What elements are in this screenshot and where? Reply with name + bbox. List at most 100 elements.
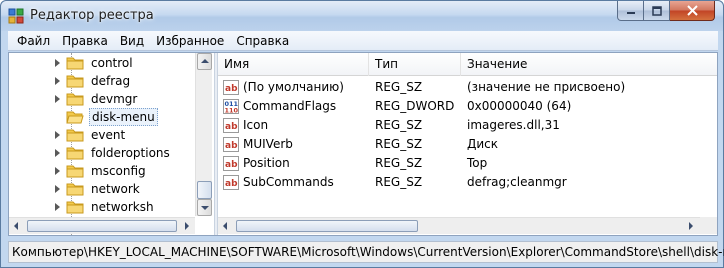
- expand-arrow-icon[interactable]: [55, 185, 60, 193]
- value-type: REG_SZ: [375, 80, 423, 94]
- value-data: Top: [467, 156, 488, 170]
- value-row[interactable]: ab Position REG_SZ Top: [218, 154, 717, 173]
- registry-editor-icon: [8, 8, 24, 24]
- value-type: REG_DWORD: [375, 99, 455, 113]
- folder-icon: [66, 147, 84, 160]
- scroll-thumb[interactable]: [197, 181, 212, 199]
- tree-item-disk-menu[interactable]: disk-menu: [9, 108, 195, 126]
- arrow-left-icon[interactable]: [14, 222, 18, 230]
- scroll-down-button[interactable]: [197, 199, 212, 216]
- svg-text:ab: ab: [225, 84, 238, 94]
- value-type: REG_SZ: [375, 175, 423, 189]
- folder-icon: [66, 57, 84, 70]
- folder-icon: [66, 93, 84, 106]
- value-name: Icon: [243, 118, 269, 132]
- tree-item-label: control: [91, 56, 133, 70]
- binary-value-icon: 011110: [223, 99, 239, 114]
- close-icon: [686, 5, 698, 16]
- value-data: defrag;cleanmgr: [467, 175, 567, 189]
- tree-item-label: networksh: [91, 200, 154, 214]
- tree-item-devmgr[interactable]: devmgr: [9, 90, 195, 108]
- tree-item-label: msconfig: [91, 164, 146, 178]
- maximize-button[interactable]: [644, 1, 670, 21]
- tree-item-folderoptions[interactable]: folderoptions: [9, 144, 195, 162]
- expand-arrow-icon[interactable]: [55, 59, 60, 67]
- close-button[interactable]: [670, 1, 715, 21]
- size-grip[interactable]: [700, 217, 717, 234]
- value-data: imageres.dll,31: [467, 118, 560, 132]
- expand-arrow-icon[interactable]: [55, 131, 60, 139]
- folder-icon: [66, 201, 84, 214]
- value-name: SubCommands: [243, 175, 334, 189]
- caption-buttons: [617, 1, 715, 21]
- menu-view[interactable]: Вид: [114, 31, 150, 51]
- tree-item-msconfig[interactable]: msconfig: [9, 162, 195, 180]
- value-type: REG_SZ: [375, 156, 423, 170]
- tree-horizontal-scrollbar[interactable]: [9, 217, 195, 234]
- column-header-value[interactable]: Значение: [461, 53, 717, 76]
- column-header-name[interactable]: Имя: [218, 53, 369, 76]
- maximize-icon: [651, 5, 662, 16]
- svg-text:ab: ab: [225, 179, 238, 189]
- value-name: CommandFlags: [243, 99, 337, 113]
- title-bar[interactable]: Редактор реестра: [1, 1, 723, 31]
- folder-icon: [66, 75, 84, 88]
- tree-item-label: event: [91, 128, 126, 142]
- string-value-icon: ab: [223, 80, 239, 95]
- folder-icon: [66, 165, 84, 178]
- scroll-thumb[interactable]: [236, 220, 418, 232]
- string-value-icon: ab: [223, 156, 239, 171]
- values-list-pane: Имя Тип Значение ab (По умолчанию) REG_S…: [218, 53, 717, 235]
- value-row[interactable]: ab (По умолчанию) REG_SZ (значение не пр…: [218, 78, 717, 97]
- scroll-thumb[interactable]: [27, 220, 177, 232]
- menu-bar: Файл Правка Вид Избранное Справка: [8, 31, 718, 51]
- arrow-right-icon[interactable]: [689, 222, 693, 230]
- minimize-icon: [626, 11, 635, 14]
- menu-file[interactable]: Файл: [11, 31, 56, 51]
- expand-arrow-icon[interactable]: [55, 167, 60, 175]
- column-header-type[interactable]: Тип: [369, 53, 461, 76]
- tree-item-networksh[interactable]: networksh: [9, 198, 195, 216]
- expand-arrow-icon[interactable]: [55, 95, 60, 103]
- arrow-down-icon: [201, 206, 209, 210]
- svg-text:110: 110: [225, 107, 239, 115]
- tree-item-control[interactable]: control: [9, 54, 195, 72]
- registry-editor-window: Редактор реестра Файл Правка Вид Избранн…: [0, 0, 724, 268]
- expand-arrow-icon[interactable]: [55, 149, 60, 157]
- value-row[interactable]: 011 110 CommandFlags REG_DWORD 0x00000040…: [218, 97, 717, 116]
- tree-item-label: folderoptions: [91, 146, 170, 160]
- arrow-up-icon: [201, 59, 209, 63]
- window-title: Редактор реестра: [30, 8, 154, 23]
- expand-arrow-icon[interactable]: [55, 203, 60, 211]
- string-value-icon: ab: [223, 137, 239, 152]
- tree-item-label: network: [91, 182, 140, 196]
- list-horizontal-scrollbar[interactable]: [218, 217, 717, 234]
- minimize-button[interactable]: [617, 1, 644, 21]
- value-name: Position: [243, 156, 290, 170]
- svg-text:ab: ab: [225, 141, 238, 151]
- expand-arrow-icon[interactable]: [55, 77, 60, 85]
- menu-edit[interactable]: Правка: [56, 31, 114, 51]
- key-tree-pane: control defrag devmgr disk-menu event fo…: [9, 53, 214, 235]
- value-type: REG_SZ: [375, 118, 423, 132]
- menu-favorites[interactable]: Избранное: [150, 31, 230, 51]
- svg-text:ab: ab: [225, 160, 238, 170]
- value-row[interactable]: ab Icon REG_SZ imageres.dll,31: [218, 116, 717, 135]
- value-type: REG_SZ: [375, 137, 423, 151]
- tree-vertical-scrollbar[interactable]: [195, 53, 212, 216]
- tree-item-event[interactable]: event: [9, 126, 195, 144]
- client-area: control defrag devmgr disk-menu event fo…: [8, 52, 718, 236]
- value-row[interactable]: ab MUIVerb REG_SZ Диск: [218, 135, 717, 154]
- value-data: 0x00000040 (64): [467, 99, 572, 113]
- tree-item-label: devmgr: [91, 92, 138, 106]
- tree-item-network[interactable]: network: [9, 180, 195, 198]
- value-name: (По умолчанию): [243, 80, 344, 94]
- arrow-left-icon[interactable]: [223, 222, 227, 230]
- scroll-up-button[interactable]: [197, 53, 212, 70]
- value-row[interactable]: ab SubCommands REG_SZ defrag;cleanmgr: [218, 173, 717, 192]
- value-data: (значение не присвоено): [467, 80, 626, 94]
- menu-help[interactable]: Справка: [230, 31, 295, 51]
- tree-item-defrag[interactable]: defrag: [9, 72, 195, 90]
- list-header: Имя Тип Значение: [218, 53, 717, 76]
- arrow-right-icon[interactable]: [185, 222, 189, 230]
